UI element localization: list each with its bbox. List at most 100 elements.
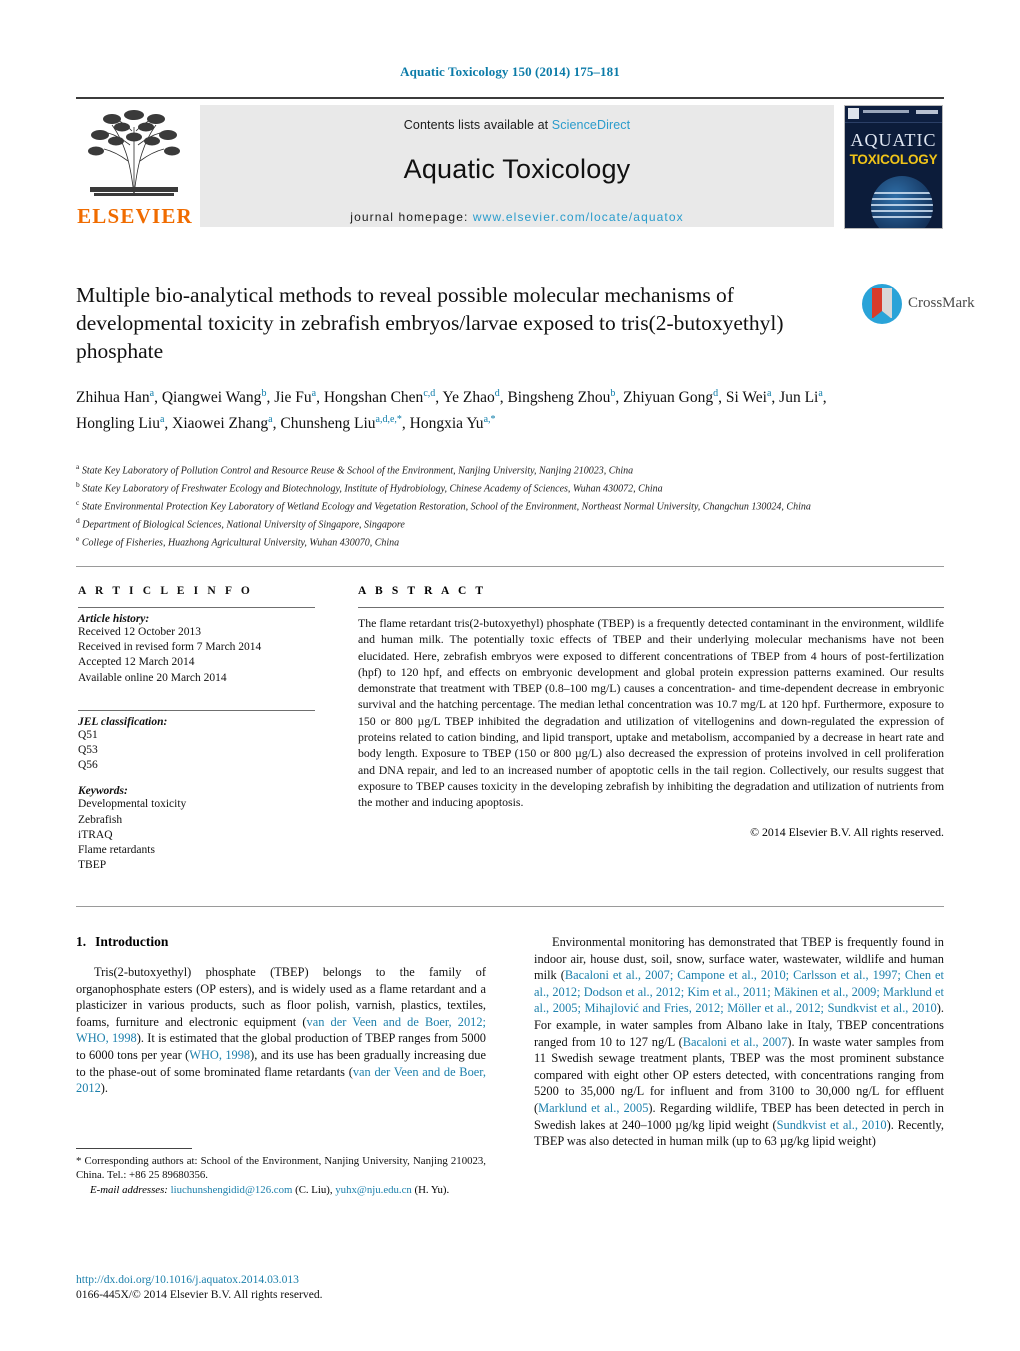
citation-link[interactable]: Bacaloni et al., 2007; Campone et al., 2… <box>534 968 944 1015</box>
divider-below-abstract <box>76 906 944 907</box>
journal-cover: AQUATIC TOXICOLOGY <box>844 105 944 229</box>
author-affiliation-marker: a <box>159 414 165 426</box>
citation-link[interactable]: Marklund et al., 2005 <box>538 1101 648 1115</box>
author-affiliation-marker: b <box>261 388 267 399</box>
crossmark-label: CrossMark <box>908 295 975 311</box>
journal-band: Contents lists available at ScienceDirec… <box>200 105 834 227</box>
author-name: Hongling Liu <box>76 415 160 433</box>
article-info-divider <box>78 607 315 608</box>
author-name: Bingsheng Zhou <box>507 389 611 407</box>
keyword-item: Developmental toxicity <box>78 798 187 811</box>
affiliation-item: b State Key Laboratory of Freshwater Eco… <box>76 480 663 495</box>
journal-homepage-link[interactable]: www.elsevier.com/locate/aquatox <box>473 210 684 224</box>
jel-label: JEL classification: <box>78 715 168 728</box>
keyword-list: Developmental toxicity Zebrafish iTRAQ Flam… <box>78 797 328 873</box>
citation-link[interactable]: WHO, 1998 <box>189 1048 250 1062</box>
citation-link[interactable]: van der Veen and de Boer, 2012; WHO, 199… <box>76 1015 486 1046</box>
author-name: Si Wei <box>725 389 767 407</box>
crossmark-badge[interactable]: CrossMark <box>862 284 975 326</box>
journal-masthead: ELSEVIER Contents lists available at Sci… <box>76 97 944 229</box>
author-name: Zhiyuan Gong <box>623 389 714 407</box>
journal-title: Aquatic Toxicology <box>403 154 631 184</box>
author-list: Zhihua Hana, Qiangwei Wangb, Jie Fua, Ho… <box>76 388 827 433</box>
email-owner-2: (H. Yu). <box>414 1184 450 1197</box>
cover-title-line1: AQUATIC <box>850 130 937 150</box>
author-affiliation-marker: a <box>818 388 823 399</box>
article-info-heading: A R T I C L E I N F O <box>78 585 253 597</box>
abstract-column: A B S T R A C T The flame retardant tris… <box>358 585 944 840</box>
citation-link[interactable]: Sundkvist et al., 2010 <box>777 1118 887 1132</box>
article-history-item: Received 12 October 2013 <box>78 626 201 638</box>
citation-link[interactable]: van der Veen and de Boer, 2012 <box>76 1065 486 1096</box>
homepage-prefix: journal homepage: <box>350 210 473 224</box>
sciencedirect-link[interactable]: ScienceDirect <box>552 118 630 132</box>
abstract-copyright: © 2014 Elsevier B.V. All rights reserved… <box>750 824 944 839</box>
jel-code: Q51 <box>78 728 98 741</box>
affiliation-marker: c <box>76 498 80 508</box>
journal-homepage-line: journal homepage: www.elsevier.com/locat… <box>200 210 834 224</box>
author-name: Xiaowei Zhang <box>172 415 269 433</box>
body-column-left: 1. Introduction Tris(2-butoxyethyl) phosp… <box>76 934 486 1097</box>
jel-codes: Q51 Q53 Q56 <box>78 728 328 774</box>
section-heading-introduction: 1. Introduction <box>76 934 486 950</box>
divider-above-abstract <box>76 566 944 567</box>
email-link-2[interactable]: yuhx@nju.edu.cn <box>335 1184 412 1196</box>
cover-issue-text <box>916 110 938 114</box>
email-label: E-mail addresses: <box>90 1184 168 1197</box>
journal-article-page: Aquatic Toxicology 150 (2014) 175–181 EL… <box>0 0 1020 1351</box>
abstract-divider <box>358 607 944 608</box>
cover-masthead-text <box>863 110 909 113</box>
email-link-1[interactable]: liuchunshengidid@126.com <box>171 1184 293 1196</box>
article-history-lines: Received 12 October 2013 Received in revi… <box>78 625 328 686</box>
author-affiliation-marker: b <box>610 388 616 399</box>
author-name: Ye Zhao <box>442 389 495 407</box>
cover-artwork-circle <box>871 176 933 228</box>
affiliation-item: c State Environmental Protection Key Lab… <box>76 498 811 513</box>
cover-title-line2: TOXICOLOGY <box>849 152 938 167</box>
citation-link[interactable]: Bacaloni et al., 2007 <box>683 1035 788 1049</box>
running-head: Aquatic Toxicology 150 (2014) 175–181 <box>400 64 620 79</box>
article-history-item: Available online 20 March 2014 <box>78 671 227 684</box>
author-affiliation-marker: a <box>766 388 772 399</box>
abstract-heading: A B S T R A C T <box>358 585 487 597</box>
author-name: Jie Fu <box>274 389 312 407</box>
author-name: Hongxia Yu <box>409 415 484 433</box>
doi-link[interactable]: http://dx.doi.org/10.1016/j.aquatox.2014… <box>76 1272 506 1287</box>
author-affiliation-marker: a,d,e,* <box>375 414 402 426</box>
jel-code: Q56 <box>78 759 98 772</box>
author-affiliation-marker: a,* <box>483 414 496 426</box>
body-column-right: Environmental monitoring has demonstrate… <box>534 934 944 1150</box>
corresponding-author-note: * Corresponding authors at: School of th… <box>76 1155 486 1182</box>
abstract-text: The flame retardant tris(2-butoxyethyl) … <box>358 616 944 810</box>
article-info-column: A R T I C L E I N F O Article history: R… <box>78 585 328 873</box>
author-name: Jun Li <box>779 389 819 407</box>
intro-paragraph-right: Environmental monitoring has demonstrate… <box>534 935 944 1149</box>
keyword-item: TBEP <box>78 859 107 872</box>
email-note: E-mail addresses: liuchunshengidid@126.c… <box>76 1183 486 1197</box>
contents-prefix: Contents lists available at <box>403 118 552 132</box>
author-affiliation-marker: a <box>311 388 317 399</box>
author-name: Zhihua Han <box>76 389 150 407</box>
doi-block: http://dx.doi.org/10.1016/j.aquatox.2014… <box>76 1272 506 1302</box>
affiliation-marker: b <box>76 480 80 490</box>
author-affiliation-marker: a <box>268 414 273 426</box>
elsevier-tree-icon <box>82 107 186 199</box>
affiliation-marker: e <box>76 534 80 544</box>
intro-paragraph-left: Tris(2-butoxyethyl) phosphate (TBEP) bel… <box>76 965 486 1096</box>
affiliation-item: e College of Fisheries, Huazhong Agricul… <box>76 534 400 549</box>
jel-code: Q53 <box>78 744 98 757</box>
author-affiliation-marker: d <box>713 388 719 399</box>
issn-copyright-line: 0166-445X/© 2014 Elsevier B.V. All right… <box>76 1288 323 1301</box>
affiliation-item: d Department of Biological Sciences, Nat… <box>76 516 405 531</box>
author-affiliation-marker: d <box>494 388 500 399</box>
author-name: Qiangwei Wang <box>161 389 262 407</box>
article-history-label: Article history: <box>78 613 150 625</box>
affiliation-list: a State Key Laboratory of Pollution Cont… <box>76 460 876 550</box>
elsevier-logo: ELSEVIER <box>76 105 200 228</box>
footnote-block: * Corresponding authors at: School of th… <box>76 1148 486 1198</box>
affiliation-marker: a <box>76 462 80 471</box>
affiliation-marker: d <box>76 516 80 526</box>
author-name: Chunsheng Liu <box>280 415 376 433</box>
keyword-item: Zebrafish <box>78 813 123 826</box>
section-number: 1. <box>76 934 87 949</box>
